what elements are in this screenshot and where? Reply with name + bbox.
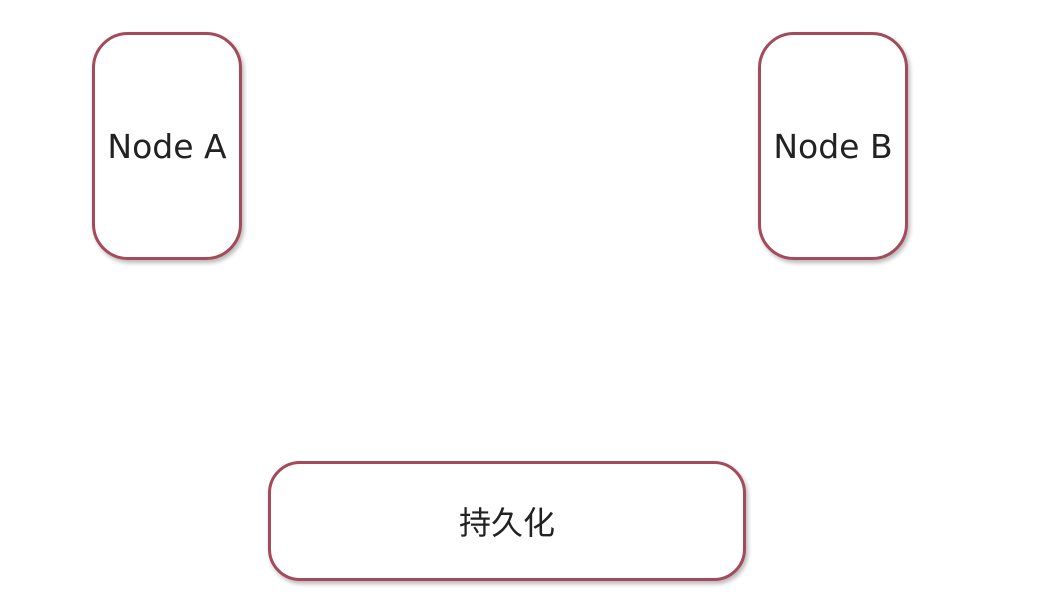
- node-a-box: Node A: [92, 32, 242, 260]
- node-b-label: Node B: [773, 126, 893, 166]
- persistence-box: 持久化: [268, 461, 746, 581]
- diagram-canvas: Node A Node B 持久化: [0, 0, 1042, 614]
- node-b-box: Node B: [758, 32, 908, 260]
- persistence-label: 持久化: [458, 504, 555, 542]
- node-a-label: Node A: [107, 126, 227, 166]
